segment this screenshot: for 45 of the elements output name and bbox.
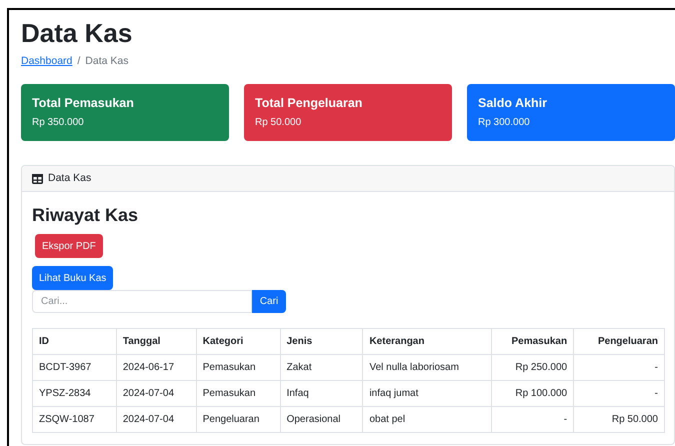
table-cell: Pengeluaran	[196, 406, 280, 432]
page-title: Data Kas	[21, 17, 132, 50]
breadcrumb-separator: /	[77, 54, 80, 70]
search-button[interactable]: Cari	[252, 290, 286, 313]
breadcrumb-link[interactable]: Dashboard	[21, 54, 72, 70]
export-pdf-button[interactable]: Ekspor PDF	[35, 234, 103, 258]
table-cell: -	[574, 354, 664, 380]
table-cell: Rp 100.000	[492, 380, 574, 406]
column-header: ID	[32, 328, 116, 354]
column-header: Keterangan	[362, 328, 492, 354]
summary-card-value: Rp 50.000	[255, 116, 302, 129]
column-header: Pengeluaran	[574, 328, 664, 354]
table-cell: Infaq	[280, 380, 363, 406]
table-cell: Operasional	[280, 406, 363, 432]
table-cell: Rp 250.000	[492, 354, 574, 380]
table-cell: -	[492, 406, 574, 432]
table-cell: Pemasukan	[196, 380, 280, 406]
summary-card-title: Total Pengeluaran	[255, 95, 362, 111]
summary-card-value: Rp 300.000	[478, 116, 530, 129]
table-cell: infaq jumat	[362, 380, 492, 406]
column-header: Jenis	[280, 328, 363, 354]
table-icon	[32, 174, 43, 184]
table-cell: BCDT-3967	[32, 354, 116, 380]
ledger-button[interactable]: Lihat Buku Kas	[32, 266, 114, 290]
summary-card-value: Rp 350.000	[32, 116, 84, 129]
table-cell: Zakat	[280, 354, 363, 380]
table-cell: Rp 50.000	[574, 406, 664, 432]
table-cell: 2024-07-04	[116, 406, 196, 432]
search-field[interactable]: Cari...	[32, 290, 252, 313]
summary-card-title: Total Pemasukan	[32, 95, 134, 111]
column-header: Kategori	[196, 328, 280, 354]
table-cell: Vel nulla laboriosam	[362, 354, 492, 380]
table-cell: 2024-07-04	[116, 380, 196, 406]
section-title: Riwayat Kas	[32, 204, 138, 227]
table-cell: obat pel	[362, 406, 492, 432]
table-cell: ZSQW-1087	[32, 406, 116, 432]
table-cell: Pemasukan	[196, 354, 280, 380]
panel-header-title: Data Kas	[48, 170, 92, 186]
table-cell: 2024-06-17	[116, 354, 196, 380]
column-header: Tanggal	[116, 328, 196, 354]
summary-card-title: Saldo Akhir	[478, 95, 547, 111]
column-header: Pemasukan	[492, 328, 574, 354]
table-cell: YPSZ-2834	[32, 380, 116, 406]
breadcrumb-current: Data Kas	[85, 54, 128, 70]
table-cell: -	[574, 380, 664, 406]
